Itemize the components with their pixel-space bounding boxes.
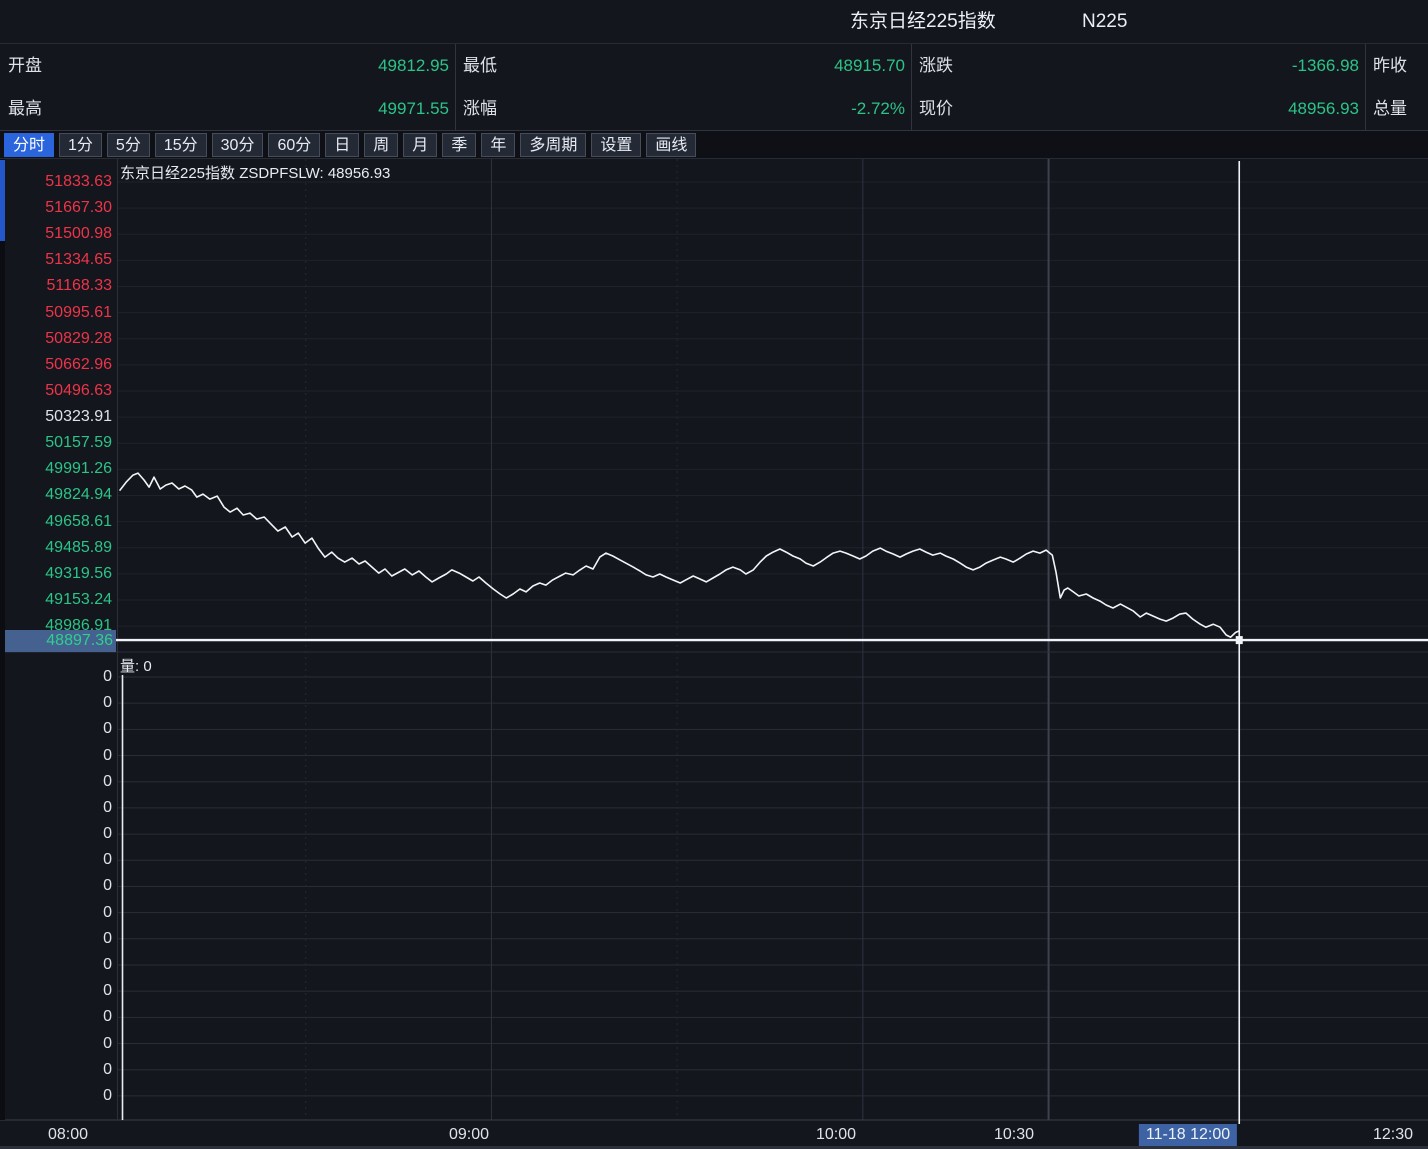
price-tick-16: 49153.24 [0, 590, 112, 610]
stat-last-label: 现价 [919, 87, 953, 130]
volume-readout: 量: 0 [120, 655, 152, 676]
quote-header: 东京日经225指数 N225 开盘 49812.95 最高 49971.55 最… [0, 0, 1428, 131]
period-tab-3[interactable]: 5分 [107, 133, 150, 157]
stat-prev-close-label: 昨收 [1373, 44, 1407, 87]
left-scrollbar-thumb[interactable] [0, 160, 5, 241]
stat-change-label: 涨跌 [919, 44, 953, 87]
volume-tick-0: 0 [0, 667, 112, 687]
volume-tick-1: 0 [0, 693, 112, 713]
price-tick-4: 51168.33 [0, 276, 112, 296]
stat-low-label: 最低 [463, 44, 497, 87]
crosshair-price-badge: 48897.36 [0, 630, 116, 652]
stat-change-pct: 涨幅 -2.72% [455, 87, 911, 130]
price-tick-3: 51334.65 [0, 250, 112, 270]
period-tab-12[interactable]: 多周期 [520, 133, 586, 157]
volume-tick-15: 0 [0, 1060, 112, 1080]
stat-volume: 总量 [1365, 87, 1428, 130]
volume-tick-10: 0 [0, 929, 112, 949]
time-axis: 08:00 09:00 10:00 10:30 11-18 12:00 12:30 [0, 1124, 1428, 1146]
period-tab-6[interactable]: 60分 [268, 133, 320, 157]
time-tick-4: 11-18 12:00 [1139, 1124, 1237, 1146]
stat-change-pct-value: -2.72% [851, 87, 905, 130]
volume-tick-7: 0 [0, 850, 112, 870]
period-tab-9[interactable]: 月 [403, 133, 437, 157]
chart-region[interactable]: 51833.63 51667.30 51500.98 51334.65 51168.33… [0, 159, 1428, 1124]
volume-tick-6: 0 [0, 824, 112, 844]
stat-high-label: 最高 [8, 87, 42, 130]
price-line-series [120, 473, 1239, 637]
stat-open-label: 开盘 [8, 44, 42, 87]
stat-volume-label: 总量 [1373, 87, 1407, 130]
period-tab-14[interactable]: 画线 [646, 133, 696, 157]
trading-terminal-window: { "window": { "title": "东京日经225指数", "sym… [0, 0, 1428, 1149]
period-tab-10[interactable]: 季 [442, 133, 476, 157]
stat-change: 涨跌 -1366.98 [911, 44, 1365, 87]
price-tick-8: 50496.63 [0, 381, 112, 401]
price-tick-12: 49824.94 [0, 485, 112, 505]
price-tick-6: 50829.28 [0, 329, 112, 349]
crosshair-marker [1236, 636, 1243, 644]
time-tick-3: 10:30 [994, 1124, 1034, 1146]
title-row: 东京日经225指数 N225 [0, 0, 1428, 44]
price-tick-10: 50157.59 [0, 433, 112, 453]
period-tab-5[interactable]: 30分 [212, 133, 264, 157]
period-tab-4[interactable]: 15分 [155, 133, 207, 157]
time-tick-0: 08:00 [48, 1124, 88, 1146]
volume-tick-16: 0 [0, 1086, 112, 1106]
header-divider [1365, 44, 1366, 131]
volume-tick-11: 0 [0, 955, 112, 975]
period-tabbar: 分时1分5分15分30分60分日周月季年多周期设置画线 [0, 131, 1428, 159]
price-chart-canvas[interactable] [0, 159, 1428, 1124]
price-tick-14: 49485.89 [0, 538, 112, 558]
volume-tick-5: 0 [0, 798, 112, 818]
chart-overlay-title: 东京日经225指数 ZSDPFSLW: 48956.93 [120, 162, 390, 183]
volume-tick-4: 0 [0, 772, 112, 792]
stat-high: 最高 49971.55 [0, 87, 455, 130]
header-divider [911, 44, 912, 131]
stat-high-value: 49971.55 [378, 87, 449, 130]
price-tick-11: 49991.26 [0, 459, 112, 479]
volume-tick-2: 0 [0, 719, 112, 739]
stat-change-value: -1366.98 [1292, 44, 1359, 87]
volume-tick-12: 0 [0, 981, 112, 1001]
time-tick-5: 12:30 [1373, 1124, 1413, 1146]
stat-prev-close: 昨收 [1365, 44, 1428, 87]
stat-low: 最低 48915.70 [455, 44, 911, 87]
left-scrollbar-track[interactable] [0, 159, 5, 1120]
period-tab-13[interactable]: 设置 [591, 133, 641, 157]
stat-open-value: 49812.95 [378, 44, 449, 87]
index-symbol: N225 [1082, 0, 1127, 43]
stat-last: 现价 48956.93 [911, 87, 1365, 130]
period-tab-8[interactable]: 周 [364, 133, 398, 157]
price-tick-13: 49658.61 [0, 512, 112, 532]
price-tick-5: 50995.61 [0, 303, 112, 323]
volume-tick-14: 0 [0, 1034, 112, 1054]
stat-change-pct-label: 涨幅 [463, 87, 497, 130]
stat-last-value: 48956.93 [1288, 87, 1359, 130]
price-tick-0: 51833.63 [0, 172, 112, 192]
price-tick-2: 51500.98 [0, 224, 112, 244]
volume-tick-3: 0 [0, 746, 112, 766]
price-tick-1: 51667.30 [0, 198, 112, 218]
time-tick-1: 09:00 [449, 1124, 489, 1146]
price-tick-9: 50323.91 [0, 407, 112, 427]
volume-tick-8: 0 [0, 876, 112, 896]
period-tab-11[interactable]: 年 [481, 133, 515, 157]
period-tab-1[interactable]: 分时 [4, 133, 54, 157]
header-divider [455, 44, 456, 131]
stat-open: 开盘 49812.95 [0, 44, 455, 87]
price-tick-15: 49319.56 [0, 564, 112, 584]
time-tick-2: 10:00 [816, 1124, 856, 1146]
stat-low-value: 48915.70 [834, 44, 905, 87]
price-tick-7: 50662.96 [0, 355, 112, 375]
index-title: 东京日经225指数 [850, 0, 996, 43]
period-tab-7[interactable]: 日 [325, 133, 359, 157]
period-tab-2[interactable]: 1分 [59, 133, 102, 157]
volume-tick-13: 0 [0, 1007, 112, 1027]
volume-tick-9: 0 [0, 903, 112, 923]
